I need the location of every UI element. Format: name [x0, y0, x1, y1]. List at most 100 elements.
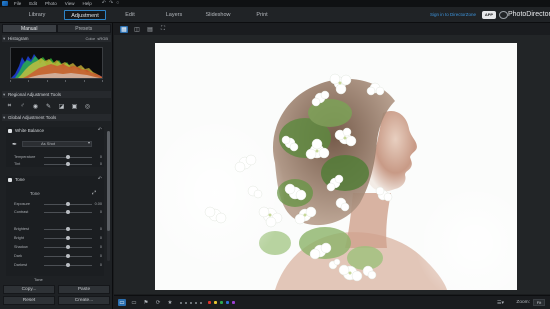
tab-slideshow[interactable]: Slideshow [202, 10, 234, 20]
color-space-value[interactable]: sRGB [97, 35, 108, 42]
slider-knob[interactable] [66, 236, 70, 240]
regional-tools-title: Regional Adjustment Tools [8, 92, 61, 97]
reset-icon[interactable]: ↶ [98, 127, 102, 134]
tab-print[interactable]: Print [250, 10, 274, 20]
slider-knob[interactable] [66, 155, 70, 159]
tab-manual[interactable]: Manual [2, 24, 57, 33]
color-label-swatch[interactable] [232, 301, 235, 304]
menu-photo[interactable]: Photo [41, 0, 61, 7]
brush-icon[interactable]: ✎ [44, 102, 53, 110]
module-bar: Library Adjustment Edit Layers Slideshow… [0, 7, 550, 23]
histogram-header[interactable]: Histogram Color sRGB [2, 35, 111, 42]
slider-knob[interactable] [66, 162, 70, 166]
dark-slider[interactable]: Dark 0 [8, 253, 106, 259]
rating-dots[interactable] [180, 301, 202, 304]
compare-icon[interactable]: ◫ [133, 26, 141, 33]
slider-value[interactable]: 0 [100, 244, 102, 250]
eyedropper-icon[interactable]: ✒ [12, 141, 22, 148]
slider-value[interactable]: 0 [100, 226, 102, 232]
tab-layers[interactable]: Layers [160, 10, 188, 20]
color-label-swatch[interactable] [226, 301, 229, 304]
slider-knob[interactable] [66, 254, 70, 258]
scrollbar-thumb[interactable] [107, 131, 110, 231]
slider-knob[interactable] [66, 263, 70, 267]
single-view-icon[interactable]: ▭ [118, 299, 126, 306]
panel-scrollbar[interactable] [107, 131, 110, 261]
regional-tools-row: ⌗ ♂ ◉ ✎ ◪ ▣ ◎ [3, 101, 110, 111]
app-badge[interactable]: APP [482, 11, 496, 19]
rotate-icon[interactable]: ⟳ [154, 299, 162, 306]
redo-icon[interactable]: ↷ [109, 0, 113, 7]
tone-checkbox[interactable] [8, 177, 12, 182]
reset-button[interactable]: Reset [3, 296, 55, 305]
menu-help[interactable]: Help [78, 0, 95, 7]
color-labels[interactable] [208, 301, 235, 304]
undo-icon[interactable]: ↶ [102, 0, 106, 7]
photo-canvas[interactable] [155, 43, 517, 290]
regional-tools-header[interactable]: Regional Adjustment Tools [2, 91, 111, 98]
zoom-select[interactable]: Fit [533, 299, 545, 306]
tone-footer: Tone [34, 277, 43, 282]
rating-icon[interactable]: ★ [166, 299, 174, 306]
targeted-adjust-icon[interactable]: ⤢ [92, 190, 96, 196]
menu-file[interactable]: File [10, 0, 25, 7]
shadow-slider[interactable]: Shadow 0 [8, 244, 106, 250]
temperature-slider[interactable]: Temperature 0 [8, 154, 106, 160]
spot-removal-icon[interactable]: ♂ [18, 102, 27, 110]
paste-button[interactable]: Paste [58, 285, 110, 294]
filmstrip-icon[interactable]: ▤ [146, 26, 154, 33]
view-options-icon[interactable]: ☰▾ [497, 300, 504, 306]
tab-library[interactable]: Library [4, 10, 70, 20]
tab-edit[interactable]: Edit [118, 10, 142, 20]
white-balance-checkbox[interactable] [8, 128, 12, 133]
tone-title: Tone [15, 177, 25, 182]
exposure-slider[interactable]: Exposure 0.00 [8, 201, 106, 207]
color-label-swatch[interactable] [220, 301, 223, 304]
menu-view[interactable]: View [61, 0, 79, 7]
slider-value[interactable]: 0 [100, 154, 102, 160]
darkest-slider[interactable]: Darkest 0 [8, 262, 106, 268]
histogram [10, 47, 103, 79]
slider-knob[interactable] [66, 210, 70, 214]
crop-icon[interactable]: ⌗ [5, 102, 14, 110]
slider-knob[interactable] [66, 227, 70, 231]
white-balance-title: White Balance [15, 128, 45, 133]
menu-edit[interactable]: Edit [25, 0, 41, 7]
viewer-toolbar: ▦ ◫ ▤ ⛶ [114, 23, 550, 35]
slider-value[interactable]: 0.00 [95, 201, 102, 207]
slider-value[interactable]: 0 [100, 209, 102, 215]
white-balance-preset-row: ✒ As Shot [12, 140, 102, 148]
copy-button[interactable]: Copy... [3, 285, 55, 294]
global-tools-header[interactable]: Global Adjustment Tools [2, 114, 111, 121]
bright-slider[interactable]: Bright 0 [8, 235, 106, 241]
brightest-slider[interactable]: Brightest 0 [8, 226, 106, 232]
grid-view-icon[interactable]: ▦ [120, 25, 128, 33]
tint-slider[interactable]: Tint 0 [8, 161, 106, 167]
slider-knob[interactable] [66, 245, 70, 249]
tone-header[interactable]: Tone ↶ [6, 176, 104, 183]
status-bar: ▭ ▭ ⚑ ⟳ ★ ☰▾ Zoom: Fit [114, 295, 550, 309]
gradient-icon[interactable]: ◪ [57, 102, 66, 110]
slider-value[interactable]: 0 [100, 253, 102, 259]
slider-knob[interactable] [66, 202, 70, 206]
flag-icon[interactable]: ⚑ [142, 299, 150, 306]
reset-icon[interactable]: ↶ [98, 176, 102, 183]
dual-view-icon[interactable]: ▭ [130, 299, 138, 306]
target-icon[interactable]: ◎ [83, 102, 92, 110]
slider-value[interactable]: 0 [100, 235, 102, 241]
tab-presets[interactable]: Presets [56, 24, 111, 33]
color-label-swatch[interactable] [214, 301, 217, 304]
slider-value[interactable]: 0 [100, 262, 102, 268]
slider-value[interactable]: 0 [100, 161, 102, 167]
white-balance-header[interactable]: White Balance ↶ [6, 127, 104, 134]
white-balance-dropdown[interactable]: As Shot [22, 141, 92, 147]
tab-adjustment[interactable]: Adjustment [64, 10, 106, 20]
radial-filter-icon[interactable]: ▣ [70, 102, 79, 110]
red-eye-icon[interactable]: ◉ [31, 102, 40, 110]
fullscreen-icon[interactable]: ⛶ [159, 26, 167, 33]
history-icon[interactable]: ○ [116, 0, 119, 7]
signin-link[interactable]: Sign in to DirectorZone [430, 11, 476, 19]
contrast-slider[interactable]: Contrast 0 [8, 209, 106, 215]
create-button[interactable]: Create... [58, 296, 110, 305]
color-label-swatch[interactable] [208, 301, 211, 304]
